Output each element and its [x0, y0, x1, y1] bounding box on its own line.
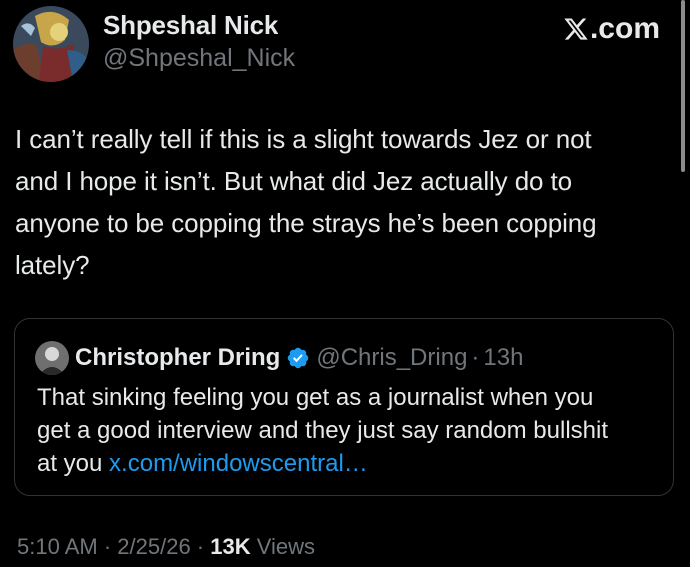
quoted-tweet-time[interactable]: 13h: [483, 341, 523, 375]
quoted-author-name[interactable]: Christopher Dring: [75, 341, 280, 375]
views-count[interactable]: 13K: [210, 534, 250, 559]
tweet-time[interactable]: 5:10 AM: [17, 534, 98, 559]
quoted-author-avatar[interactable]: [35, 341, 69, 375]
quoted-author-handle[interactable]: @Chris_Dring: [316, 341, 467, 375]
meta-separator: ·: [97, 534, 118, 559]
author-handle[interactable]: @Shpeshal_Nick: [103, 44, 295, 73]
quoted-tweet-text: That sinking feeling you get as a journa…: [37, 381, 657, 480]
views-label: Views: [250, 534, 316, 559]
quoted-line: That sinking feeling you get as a journa…: [37, 384, 594, 411]
quoted-tweet-card[interactable]: Christopher Dring @Chris_Dring · 13h Tha…: [14, 318, 674, 496]
scrollbar[interactable]: [681, 0, 685, 172]
tweet-date[interactable]: 2/25/26: [117, 534, 190, 559]
tweet-text: I can’t really tell if this is a slight …: [15, 118, 675, 286]
brand-text: .com: [589, 12, 660, 45]
quoted-line: get a good interview and they just say r…: [37, 417, 608, 444]
meta-separator: ·: [190, 534, 211, 559]
verified-badge-icon: [286, 346, 310, 370]
author-name[interactable]: Shpeshal Nick: [103, 10, 278, 41]
quoted-tweet-link[interactable]: x.com/windowscentral…: [109, 450, 368, 477]
quoted-tweet-header: Christopher Dring @Chris_Dring · 13h: [75, 341, 523, 375]
tweet-line: lately?: [15, 250, 90, 280]
tweet-line: I can’t really tell if this is a slight …: [15, 124, 592, 154]
quoted-line-prefix: at you: [37, 450, 110, 477]
tweet-meta: 5:10 AM · 2/25/26 · 13K Views: [17, 534, 315, 560]
x-logo-icon: [563, 16, 589, 42]
brand-watermark: .com: [563, 12, 660, 46]
quoted-line: at you x.com/windowscentral…: [37, 447, 657, 480]
header-separator: ·: [471, 344, 480, 371]
tweet-line: and I hope it isn’t. But what did Jez ac…: [15, 166, 573, 196]
tweet-line: anyone to be copping the strays he’s bee…: [15, 208, 597, 238]
author-avatar[interactable]: [13, 6, 89, 82]
